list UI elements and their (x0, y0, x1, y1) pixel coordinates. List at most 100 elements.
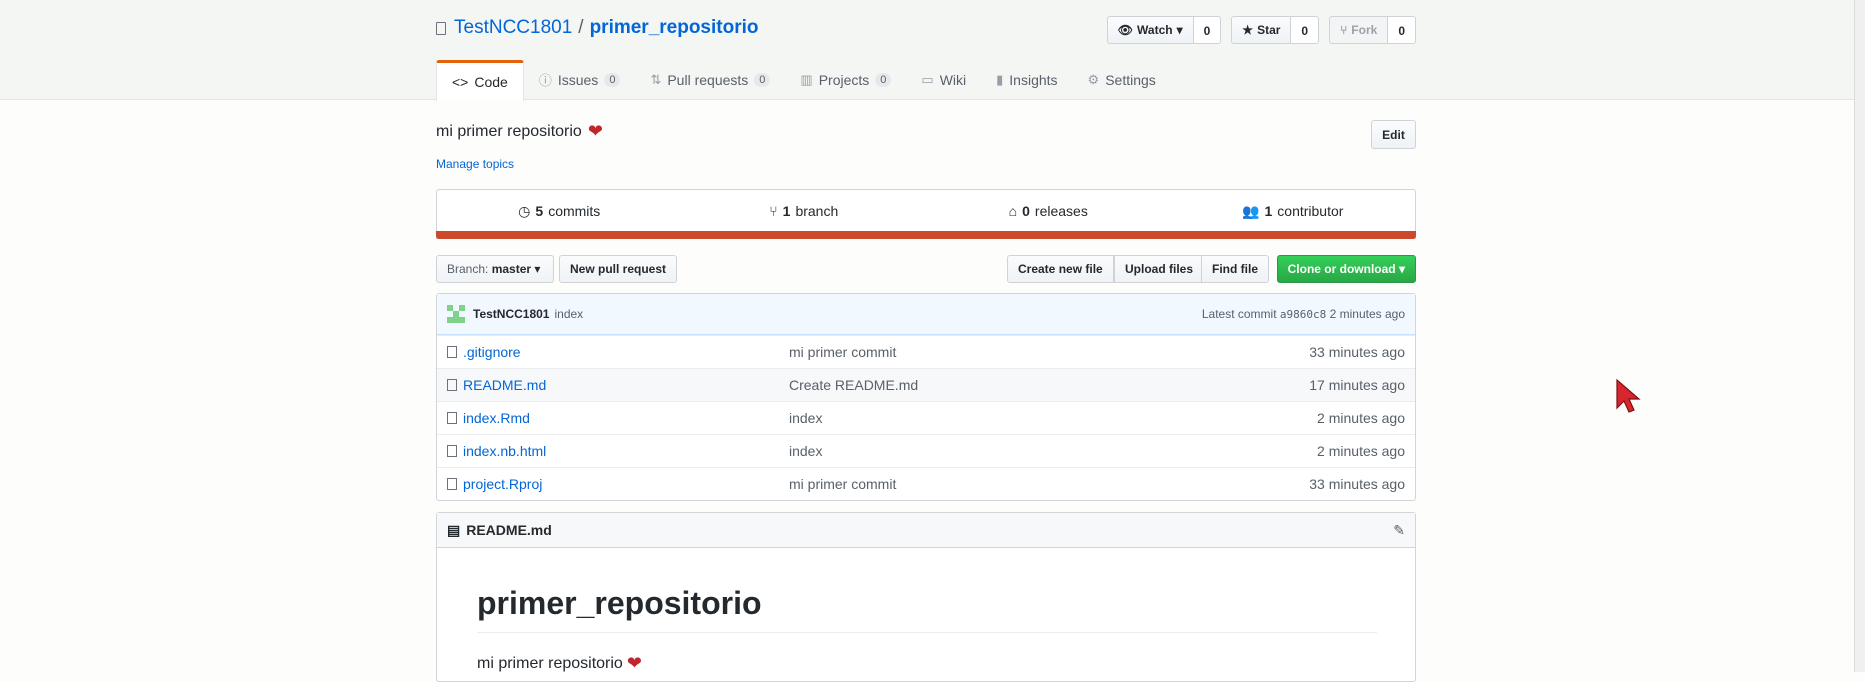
people-icon: 👥 (1242, 202, 1260, 219)
file-navigation: Branch: master ▾ New pull request Create… (436, 255, 1416, 283)
upload-files-button[interactable]: Upload files (1114, 255, 1205, 283)
pencil-icon[interactable]: ✎ (1393, 522, 1405, 539)
repo-name-link[interactable]: primer_repositorio (590, 17, 759, 39)
file-commit-message-link[interactable]: mi primer commit (789, 344, 1309, 360)
language-bar[interactable] (436, 231, 1416, 239)
file-age: 2 minutes ago (1317, 410, 1405, 426)
commit-age: 2 minutes ago (1329, 307, 1405, 321)
readme-header: ▤ README.md ✎ (437, 513, 1415, 548)
fork-button[interactable]: ⑂ Fork (1329, 16, 1389, 44)
star-icon: ★ (1242, 23, 1254, 37)
create-new-file-button[interactable]: Create new file (1007, 255, 1114, 283)
commit-tease: TestNCC1801 index Latest commit a9860c8 … (437, 294, 1415, 335)
branch-select-button[interactable]: Branch: master ▾ (436, 255, 554, 283)
contributors-link[interactable]: 👥 1 contributor (1171, 190, 1416, 232)
file-icon (447, 478, 457, 490)
edit-description-button[interactable]: Edit (1371, 120, 1416, 149)
file-name-link[interactable]: .gitignore (463, 344, 789, 360)
book-icon: ▭ (921, 71, 934, 87)
commits-label: commits (548, 203, 601, 219)
tab-insights[interactable]: ▮ Insights (981, 60, 1072, 99)
file-commit-message-link[interactable]: index (789, 443, 1317, 459)
commits-count: 5 (535, 203, 544, 219)
clone-or-download-button[interactable]: Clone or download ▾ (1276, 255, 1416, 283)
file-commit-message-link[interactable]: mi primer commit (789, 476, 1309, 492)
clone-label: Clone or download (1287, 262, 1396, 276)
heart-icon: ❤ (587, 121, 603, 141)
file-name-link[interactable]: index.Rmd (463, 410, 789, 426)
watch-button[interactable]: 👁 Watch ▾ (1106, 16, 1194, 44)
latest-commit-label: Latest commit (1201, 307, 1277, 321)
file-age: 17 minutes ago (1309, 377, 1405, 393)
table-row: README.md Create README.md 17 minutes ag… (437, 368, 1415, 401)
branch-link[interactable]: ⑂ 1 branch (682, 190, 927, 232)
star-button[interactable]: ★ Star (1231, 16, 1292, 44)
fork-action: ⑂ Fork 0 (1329, 16, 1416, 44)
commit-author-link[interactable]: TestNCC1801 (473, 307, 549, 321)
book-icon: ▤ (447, 521, 461, 538)
file-icon (447, 379, 457, 391)
readme-heading: primer_repositorio (477, 585, 1377, 633)
file-icon (447, 346, 457, 358)
caret-down-icon: ▾ (534, 262, 541, 276)
repo-title-separator: / (578, 17, 584, 38)
tab-code[interactable]: <> Code (436, 60, 524, 101)
file-commit-message-link[interactable]: Create README.md (789, 377, 1309, 393)
eye-icon: 👁 (1117, 23, 1134, 37)
tab-wiki[interactable]: ▭ Wiki (906, 60, 981, 99)
table-row: .gitignore mi primer commit 33 minutes a… (437, 335, 1415, 368)
repo-nav: <> Code ⓘ Issues 0 ⇅ Pull requests 0 ▥ Project… (436, 60, 1171, 101)
tab-pull-requests[interactable]: ⇅ Pull requests 0 (635, 60, 785, 99)
tag-icon: ⌂ (1008, 203, 1018, 219)
tab-code-label: Code (474, 74, 508, 90)
fork-icon: ⑂ (1340, 23, 1348, 37)
gear-icon: ⚙ (1087, 71, 1100, 87)
watch-label: Watch (1137, 23, 1173, 37)
file-age: 2 minutes ago (1317, 443, 1405, 459)
file-name-link[interactable]: project.Rproj (463, 476, 789, 492)
tab-settings[interactable]: ⚙ Settings (1073, 60, 1171, 99)
readme-body: mi primer repositorio ❤ (477, 653, 642, 674)
project-icon: ▥ (800, 71, 813, 87)
scrollbar[interactable] (1854, 0, 1865, 672)
star-count[interactable]: 0 (1291, 16, 1320, 44)
new-pull-request-button[interactable]: New pull request (559, 255, 678, 283)
releases-count: 0 (1022, 203, 1030, 219)
file-icon (447, 412, 457, 424)
file-age: 33 minutes ago (1309, 476, 1405, 492)
commits-link[interactable]: ◷ 5 commits (437, 190, 682, 232)
repo-description: mi primer repositorio ❤ (436, 121, 1416, 142)
contributor-count: 1 (1264, 203, 1273, 219)
history-icon: ◷ (518, 202, 531, 219)
branch-icon: ⑂ (769, 203, 778, 219)
fork-count[interactable]: 0 (1388, 16, 1416, 44)
commit-sha-link[interactable]: a9860c8 (1280, 308, 1326, 321)
tab-projects[interactable]: ▥ Projects 0 (785, 60, 906, 99)
table-row: project.Rproj mi primer commit 33 minute… (437, 467, 1415, 500)
readme-body-text: mi primer repositorio (477, 654, 623, 672)
file-name-link[interactable]: index.nb.html (463, 443, 789, 459)
tab-issues[interactable]: ⓘ Issues 0 (524, 60, 636, 99)
tab-settings-label: Settings (1105, 71, 1156, 88)
file-name-link[interactable]: README.md (463, 377, 789, 393)
avatar[interactable] (447, 305, 465, 323)
watch-count[interactable]: 0 (1193, 16, 1222, 44)
tab-pull-requests-count: 0 (754, 72, 771, 87)
caret-down-icon: ▾ (1176, 23, 1183, 37)
branch-label: branch (795, 203, 839, 219)
mouse-cursor-icon (1616, 378, 1641, 413)
repo-icon (436, 21, 446, 35)
star-label: Star (1257, 23, 1281, 37)
code-icon: <> (452, 74, 469, 90)
releases-link[interactable]: ⌂ 0 releases (926, 190, 1171, 232)
manage-topics-link[interactable]: Manage topics (436, 157, 514, 171)
heart-icon: ❤ (626, 653, 642, 673)
file-commit-message-link[interactable]: index (789, 410, 1317, 426)
repo-owner-link[interactable]: TestNCC1801 (454, 17, 572, 39)
tab-projects-count: 0 (875, 72, 892, 87)
releases-label: releases (1034, 203, 1088, 219)
fork-label: Fork (1351, 23, 1378, 37)
file-icon (447, 445, 457, 457)
commit-message-link[interactable]: index (554, 307, 583, 321)
find-file-button[interactable]: Find file (1201, 255, 1269, 283)
